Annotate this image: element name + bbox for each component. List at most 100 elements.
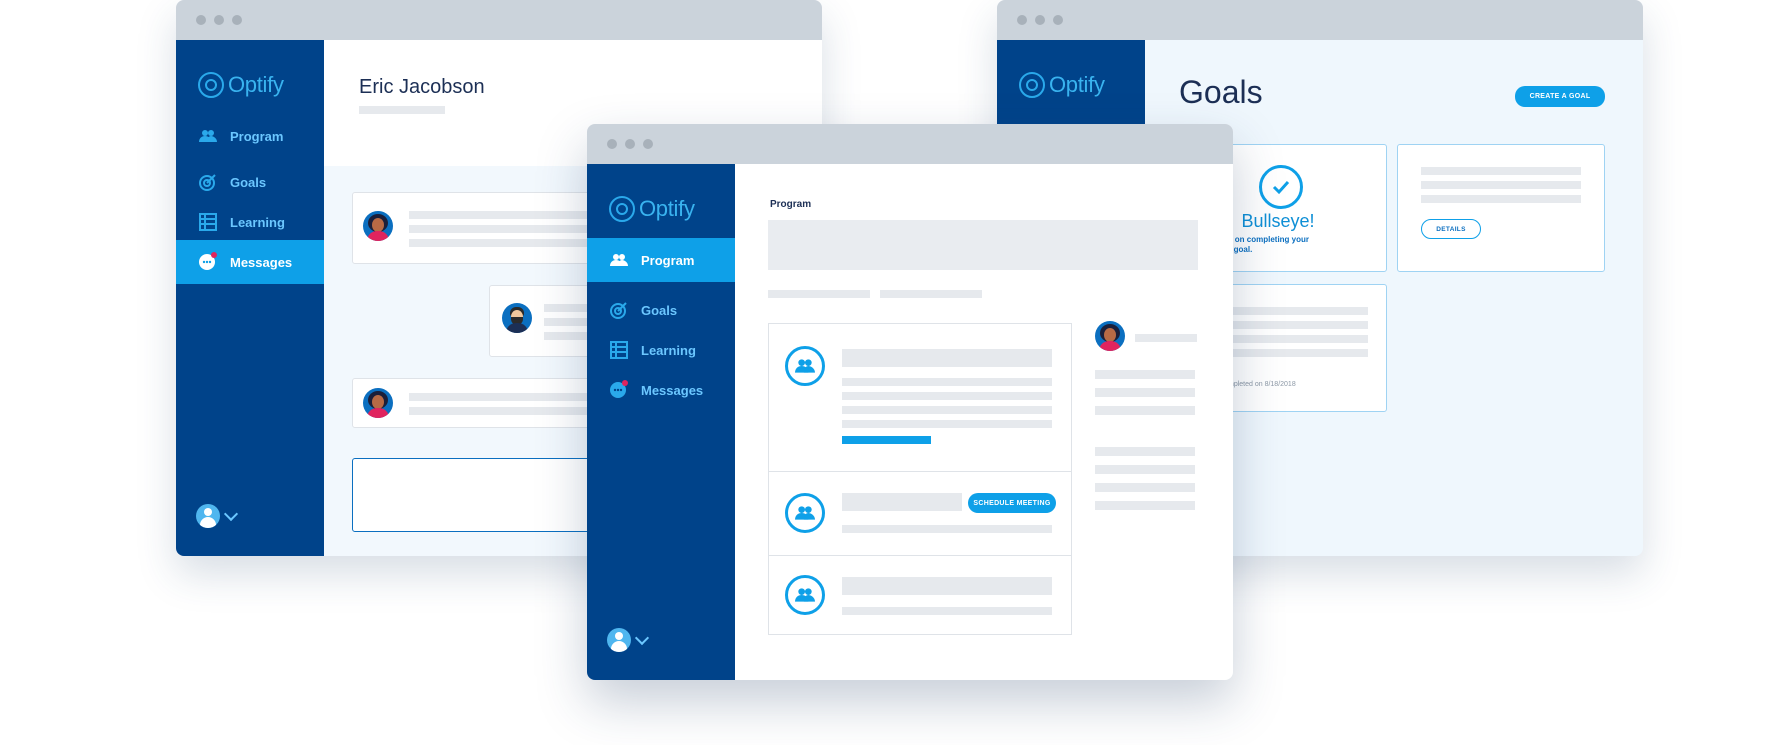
- chevron-down-icon: [223, 506, 239, 522]
- close-window-dot[interactable]: [196, 15, 206, 25]
- item-title-placeholder: [842, 349, 1052, 367]
- sidebar-item-messages[interactable]: Messages: [176, 240, 324, 284]
- check-circle-icon: [1259, 165, 1303, 209]
- schedule-meeting-button[interactable]: SCHEDULE MEETING: [968, 493, 1056, 513]
- maximize-window-dot[interactable]: [232, 15, 242, 25]
- maximize-window-dot[interactable]: [1053, 15, 1063, 25]
- logo-text: Optify: [639, 196, 695, 221]
- sidebar-item-learning[interactable]: Learning: [587, 328, 735, 372]
- avatar: [363, 388, 393, 418]
- item-text-placeholder: [842, 392, 1052, 400]
- close-window-dot[interactable]: [1017, 15, 1027, 25]
- optify-logo[interactable]: Optify: [609, 194, 695, 224]
- sidebar-item-label: Program: [641, 252, 695, 268]
- user-menu[interactable]: [607, 628, 650, 652]
- profile-text-placeholder: [1095, 447, 1195, 456]
- avatar: [1095, 321, 1125, 351]
- contact-name: Eric Jacobson: [359, 76, 485, 98]
- list-icon: [609, 340, 629, 360]
- item-text-placeholder: [842, 420, 1052, 428]
- optify-logo-icon: [609, 196, 635, 222]
- message-text-placeholder: [409, 225, 609, 233]
- message-card: [352, 378, 612, 428]
- avatar: [196, 504, 220, 528]
- title-bar: [176, 0, 822, 40]
- goal-text-placeholder: [1421, 181, 1581, 189]
- people-icon: [785, 346, 825, 386]
- goal-text-placeholder: [1228, 349, 1368, 357]
- goal-text-placeholder: [1228, 307, 1368, 315]
- goal-text-placeholder: [1228, 321, 1368, 329]
- message-text-placeholder: [409, 239, 609, 247]
- sidebar-item-goals[interactable]: Goals: [176, 160, 324, 204]
- close-window-dot[interactable]: [607, 139, 617, 149]
- optify-logo-icon: [198, 72, 224, 98]
- message-text-placeholder: [409, 211, 609, 219]
- message-card: [352, 192, 612, 264]
- details-button[interactable]: DETAILS: [1421, 219, 1481, 239]
- goal-text-placeholder: [1421, 195, 1581, 203]
- target-icon: [198, 172, 218, 192]
- sidebar-item-messages[interactable]: Messages: [587, 368, 735, 412]
- people-icon: [785, 575, 825, 615]
- list-item[interactable]: [769, 555, 1071, 635]
- profile-text-placeholder: [1095, 483, 1195, 492]
- sidebar: Optify Program Goals Learning Messages: [587, 164, 735, 680]
- sidebar-item-goals[interactable]: Goals: [587, 288, 735, 332]
- item-text-placeholder: [842, 525, 1052, 533]
- sidebar: Optify Program Goals Learning Messages: [176, 40, 324, 556]
- minimize-window-dot[interactable]: [625, 139, 635, 149]
- sidebar-item-label: Learning: [641, 342, 696, 358]
- avatar: [502, 303, 532, 333]
- section-title: Program: [770, 199, 812, 210]
- item-text-placeholder: [842, 607, 1052, 615]
- sidebar-item-label: Goals: [641, 302, 678, 318]
- sidebar-item-learning[interactable]: Learning: [176, 200, 324, 244]
- minimize-window-dot[interactable]: [1035, 15, 1045, 25]
- message-text-placeholder: [409, 393, 609, 401]
- sidebar-item-program[interactable]: Program: [587, 238, 735, 282]
- minimize-window-dot[interactable]: [214, 15, 224, 25]
- program-banner-placeholder: [768, 220, 1198, 270]
- page-title: Goals: [1179, 74, 1263, 110]
- title-bar: [997, 0, 1643, 40]
- chevron-down-icon: [634, 630, 650, 646]
- sidebar-item-program[interactable]: Program: [176, 114, 324, 158]
- logo-text: Optify: [228, 72, 284, 97]
- target-icon: [609, 300, 629, 320]
- chat-bubble-icon: [198, 252, 218, 272]
- optify-logo[interactable]: Optify: [198, 70, 284, 100]
- goal-text-placeholder: [1228, 335, 1368, 343]
- maximize-window-dot[interactable]: [643, 139, 653, 149]
- optify-logo[interactable]: Optify: [1019, 70, 1105, 100]
- list-icon: [198, 212, 218, 232]
- list-item[interactable]: [769, 324, 1071, 472]
- profile-text-placeholder: [1095, 465, 1195, 474]
- create-goal-button[interactable]: CREATE A GOAL: [1515, 86, 1605, 107]
- profile-text-placeholder: [1095, 501, 1195, 510]
- profile-text-placeholder: [1095, 406, 1195, 415]
- profile-text-placeholder: [1095, 370, 1195, 379]
- people-icon: [198, 126, 218, 146]
- tab-placeholder[interactable]: [768, 290, 870, 298]
- sidebar-item-label: Messages: [641, 382, 704, 398]
- item-text-placeholder: [842, 378, 1052, 386]
- optify-logo-icon: [1019, 72, 1045, 98]
- title-bar: [587, 124, 1233, 164]
- message-compose-input[interactable]: [352, 458, 612, 532]
- people-icon: [609, 250, 629, 270]
- logo-text: Optify: [1049, 72, 1105, 97]
- user-menu[interactable]: [196, 504, 239, 528]
- profile-name-placeholder: [1135, 334, 1197, 342]
- sidebar-item-label: Messages: [230, 254, 293, 270]
- tab-placeholder[interactable]: [880, 290, 982, 298]
- message-text-placeholder: [409, 407, 609, 415]
- avatar: [607, 628, 631, 652]
- list-item[interactable]: SCHEDULE MEETING: [769, 471, 1071, 556]
- program-window: Optify Program Goals Learning Messages P…: [587, 124, 1233, 680]
- sidebar-item-label: Goals: [230, 174, 267, 190]
- avatar: [363, 211, 393, 241]
- people-icon: [785, 493, 825, 533]
- goal-card: DETAILS: [1397, 144, 1605, 272]
- item-title-placeholder: [842, 577, 1052, 595]
